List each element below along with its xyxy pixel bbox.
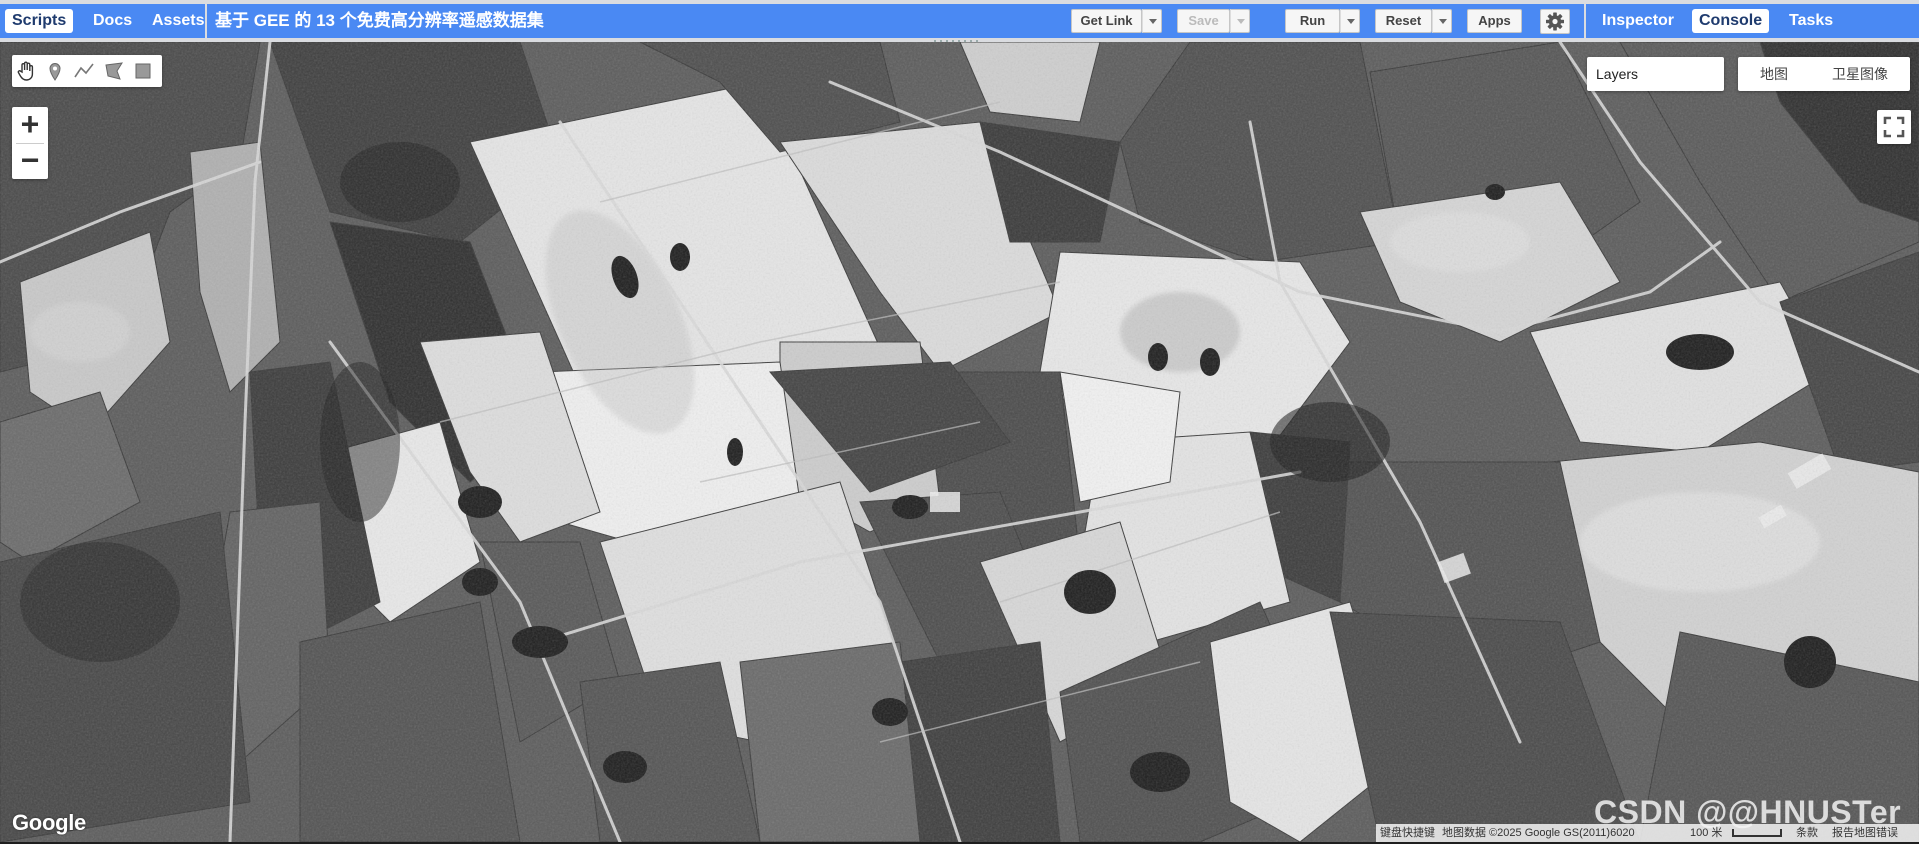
fullscreen-button[interactable] [1877,110,1911,144]
map-type-satellite[interactable]: 卫星图像 [1810,57,1910,91]
map-canvas[interactable]: + − Layers 地图 卫星图像 Google CSDN @@HNUSTer… [0,42,1919,842]
get-link-button[interactable]: Get Link [1071,9,1142,33]
right-panel-tabs: Inspector Console Tasks [1586,4,1919,38]
scale-label[interactable]: 100 米 [1690,824,1722,842]
get-link-dropdown[interactable] [1142,9,1162,33]
save-dropdown[interactable] [1230,9,1250,33]
save-button[interactable]: Save [1177,9,1230,33]
hand-icon[interactable] [14,59,38,83]
rectangle-icon[interactable] [131,59,155,83]
tab-assets[interactable]: Assets [145,9,211,33]
keyboard-shortcuts-link[interactable]: 键盘快捷键 [1380,824,1435,842]
polygon-icon[interactable] [102,59,126,83]
tab-tasks[interactable]: Tasks [1782,9,1840,33]
fullscreen-icon [1883,116,1905,138]
reset-dropdown[interactable] [1432,9,1452,33]
run-dropdown[interactable] [1340,9,1360,33]
terms-link[interactable]: 条款 [1796,824,1818,842]
report-error-link[interactable]: 报告地图错误 [1832,824,1898,842]
google-logo: Google [12,810,86,835]
map-type-control: 地图 卫星图像 [1738,57,1910,91]
zoom-in-button[interactable]: + [12,107,48,143]
zoom-control: + − [12,107,48,179]
scale-bar [1732,829,1782,837]
left-panel-tabs: Scripts Docs Assets [0,4,205,38]
reset-button[interactable]: Reset [1375,9,1432,33]
tab-inspector[interactable]: Inspector [1595,9,1681,33]
editor-toolbar: 基于 GEE 的 13 个免费高分辨率遥感数据集 Get Link Save R… [207,4,1584,38]
gear-icon [1546,12,1564,31]
point-marker-icon[interactable] [43,59,67,83]
settings-button[interactable] [1540,9,1570,34]
zoom-out-button[interactable]: − [12,143,48,179]
script-title[interactable]: 基于 GEE 的 13 个免费高分辨率遥感数据集 [215,10,544,32]
run-button[interactable]: Run [1285,9,1340,33]
map-data-attribution[interactable]: 地图数据 ©2025 Google GS(2011)6020 [1442,824,1635,842]
satellite-imagery [0,42,1919,842]
line-icon[interactable] [72,59,96,83]
tab-console[interactable]: Console [1692,9,1770,33]
apps-button[interactable]: Apps [1467,9,1522,33]
drawing-tools [12,55,162,87]
map-attribution: 键盘快捷键 地图数据 ©2025 Google GS(2011)6020 100… [1376,824,1919,842]
code-editor-window: Scripts Docs Assets 基于 GEE 的 13 个免费高分辨率遥… [0,0,1919,844]
map-type-map[interactable]: 地图 [1738,57,1810,91]
tab-scripts[interactable]: Scripts [5,9,74,33]
tab-docs[interactable]: Docs [86,9,139,33]
top-bar: Scripts Docs Assets 基于 GEE 的 13 个免费高分辨率遥… [0,0,1919,42]
layers-button[interactable]: Layers [1587,57,1724,91]
